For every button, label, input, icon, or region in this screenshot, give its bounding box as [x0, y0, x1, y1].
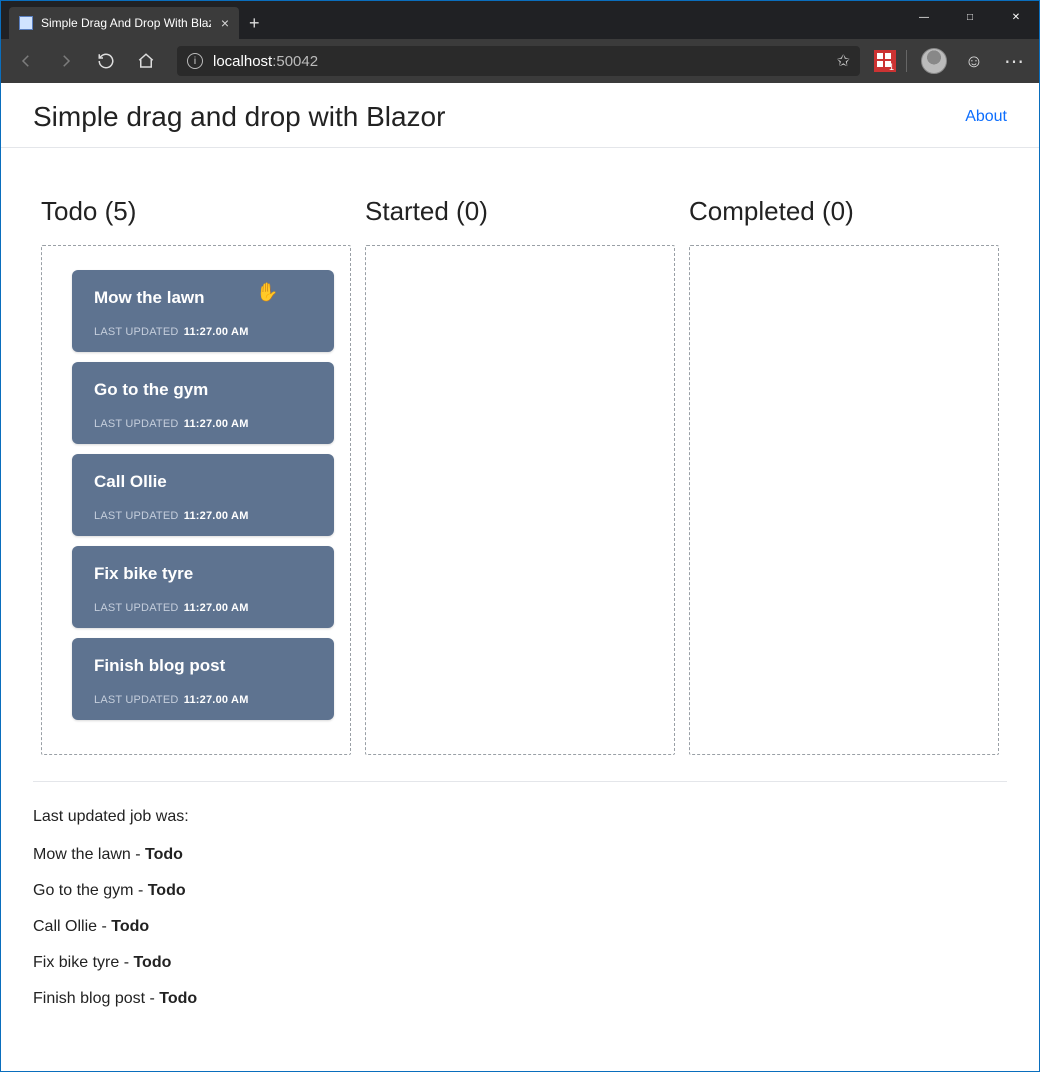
card-meta: LAST UPDATED 11:27.00 AM	[94, 326, 312, 338]
card-meta: LAST UPDATED 11:27.00 AM	[94, 510, 312, 522]
toolbar-divider	[906, 50, 907, 72]
page-title: Simple drag and drop with Blazor	[33, 101, 445, 133]
back-button[interactable]	[9, 45, 43, 77]
card-meta: LAST UPDATED 11:27.00 AM	[94, 418, 312, 430]
window-controls: — □ ✕	[901, 1, 1039, 33]
url-port: :50042	[272, 53, 318, 70]
more-button[interactable]: ⋯	[997, 45, 1031, 77]
card-title: Call Ollie	[94, 472, 312, 492]
log-row: Go to the gym - Todo	[33, 882, 1007, 900]
card-meta: LAST UPDATED 11:27.00 AM	[94, 602, 312, 614]
page-content: Simple drag and drop with Blazor About T…	[1, 83, 1039, 1071]
minimize-button[interactable]: —	[901, 1, 947, 33]
dropzone-todo[interactable]: Mow the lawn LAST UPDATED 11:27.00 AM Go…	[41, 245, 351, 755]
extension-badge[interactable]: 1	[874, 50, 896, 72]
column-title: Todo (5)	[41, 196, 351, 227]
forward-button[interactable]	[49, 45, 83, 77]
log-row: Mow the lawn - Todo	[33, 846, 1007, 864]
avatar-icon	[921, 48, 947, 74]
profile-button[interactable]	[917, 45, 951, 77]
column-todo: Todo (5) Mow the lawn LAST UPDATED 11:27…	[41, 196, 351, 755]
column-completed: Completed (0)	[689, 196, 999, 755]
log-row: Finish blog post - Todo	[33, 990, 1007, 1008]
title-bar: Simple Drag And Drop With Blaz × + — □ ✕	[1, 1, 1039, 39]
favorite-icon[interactable]: ✩	[837, 51, 850, 71]
card-meta: LAST UPDATED 11:27.00 AM	[94, 694, 312, 706]
about-link[interactable]: About	[965, 108, 1007, 126]
job-card[interactable]: Finish blog post LAST UPDATED 11:27.00 A…	[72, 638, 334, 720]
card-title: Mow the lawn	[94, 288, 312, 308]
app-window: Simple Drag And Drop With Blaz × + — □ ✕…	[0, 0, 1040, 1072]
tab-strip: Simple Drag And Drop With Blaz × +	[1, 1, 901, 39]
update-log: Last updated job was: Mow the lawn - Tod…	[33, 781, 1007, 1008]
tab-title: Simple Drag And Drop With Blaz	[41, 16, 211, 30]
page-header: Simple drag and drop with Blazor About	[1, 83, 1039, 148]
dropzone-started[interactable]	[365, 245, 675, 755]
job-card[interactable]: Call Ollie LAST UPDATED 11:27.00 AM	[72, 454, 334, 536]
job-card[interactable]: Mow the lawn LAST UPDATED 11:27.00 AM	[72, 270, 334, 352]
card-title: Fix bike tyre	[94, 564, 312, 584]
log-row: Fix bike tyre - Todo	[33, 954, 1007, 972]
kanban-board: Todo (5) Mow the lawn LAST UPDATED 11:27…	[1, 148, 1039, 781]
job-card[interactable]: Fix bike tyre LAST UPDATED 11:27.00 AM	[72, 546, 334, 628]
address-bar[interactable]: i localhost:50042 ✩	[177, 46, 860, 76]
url-text: localhost:50042	[213, 53, 318, 70]
job-card[interactable]: Go to the gym LAST UPDATED 11:27.00 AM	[72, 362, 334, 444]
browser-tab[interactable]: Simple Drag And Drop With Blaz ×	[9, 7, 239, 39]
home-button[interactable]	[129, 45, 163, 77]
dropzone-completed[interactable]	[689, 245, 999, 755]
column-title: Started (0)	[365, 196, 675, 227]
column-title: Completed (0)	[689, 196, 999, 227]
new-tab-button[interactable]: +	[249, 7, 260, 39]
log-heading: Last updated job was:	[33, 808, 1007, 826]
maximize-button[interactable]: □	[947, 1, 993, 33]
log-row: Call Ollie - Todo	[33, 918, 1007, 936]
column-started: Started (0)	[365, 196, 675, 755]
card-title: Go to the gym	[94, 380, 312, 400]
browser-toolbar: i localhost:50042 ✩ 1 ☺ ⋯	[1, 39, 1039, 83]
site-info-icon[interactable]: i	[187, 53, 203, 69]
feedback-button[interactable]: ☺	[957, 45, 991, 77]
page-icon	[19, 16, 33, 30]
refresh-button[interactable]	[89, 45, 123, 77]
url-host: localhost	[213, 53, 272, 70]
close-window-button[interactable]: ✕	[993, 1, 1039, 33]
close-tab-icon[interactable]: ×	[221, 15, 229, 31]
card-title: Finish blog post	[94, 656, 312, 676]
